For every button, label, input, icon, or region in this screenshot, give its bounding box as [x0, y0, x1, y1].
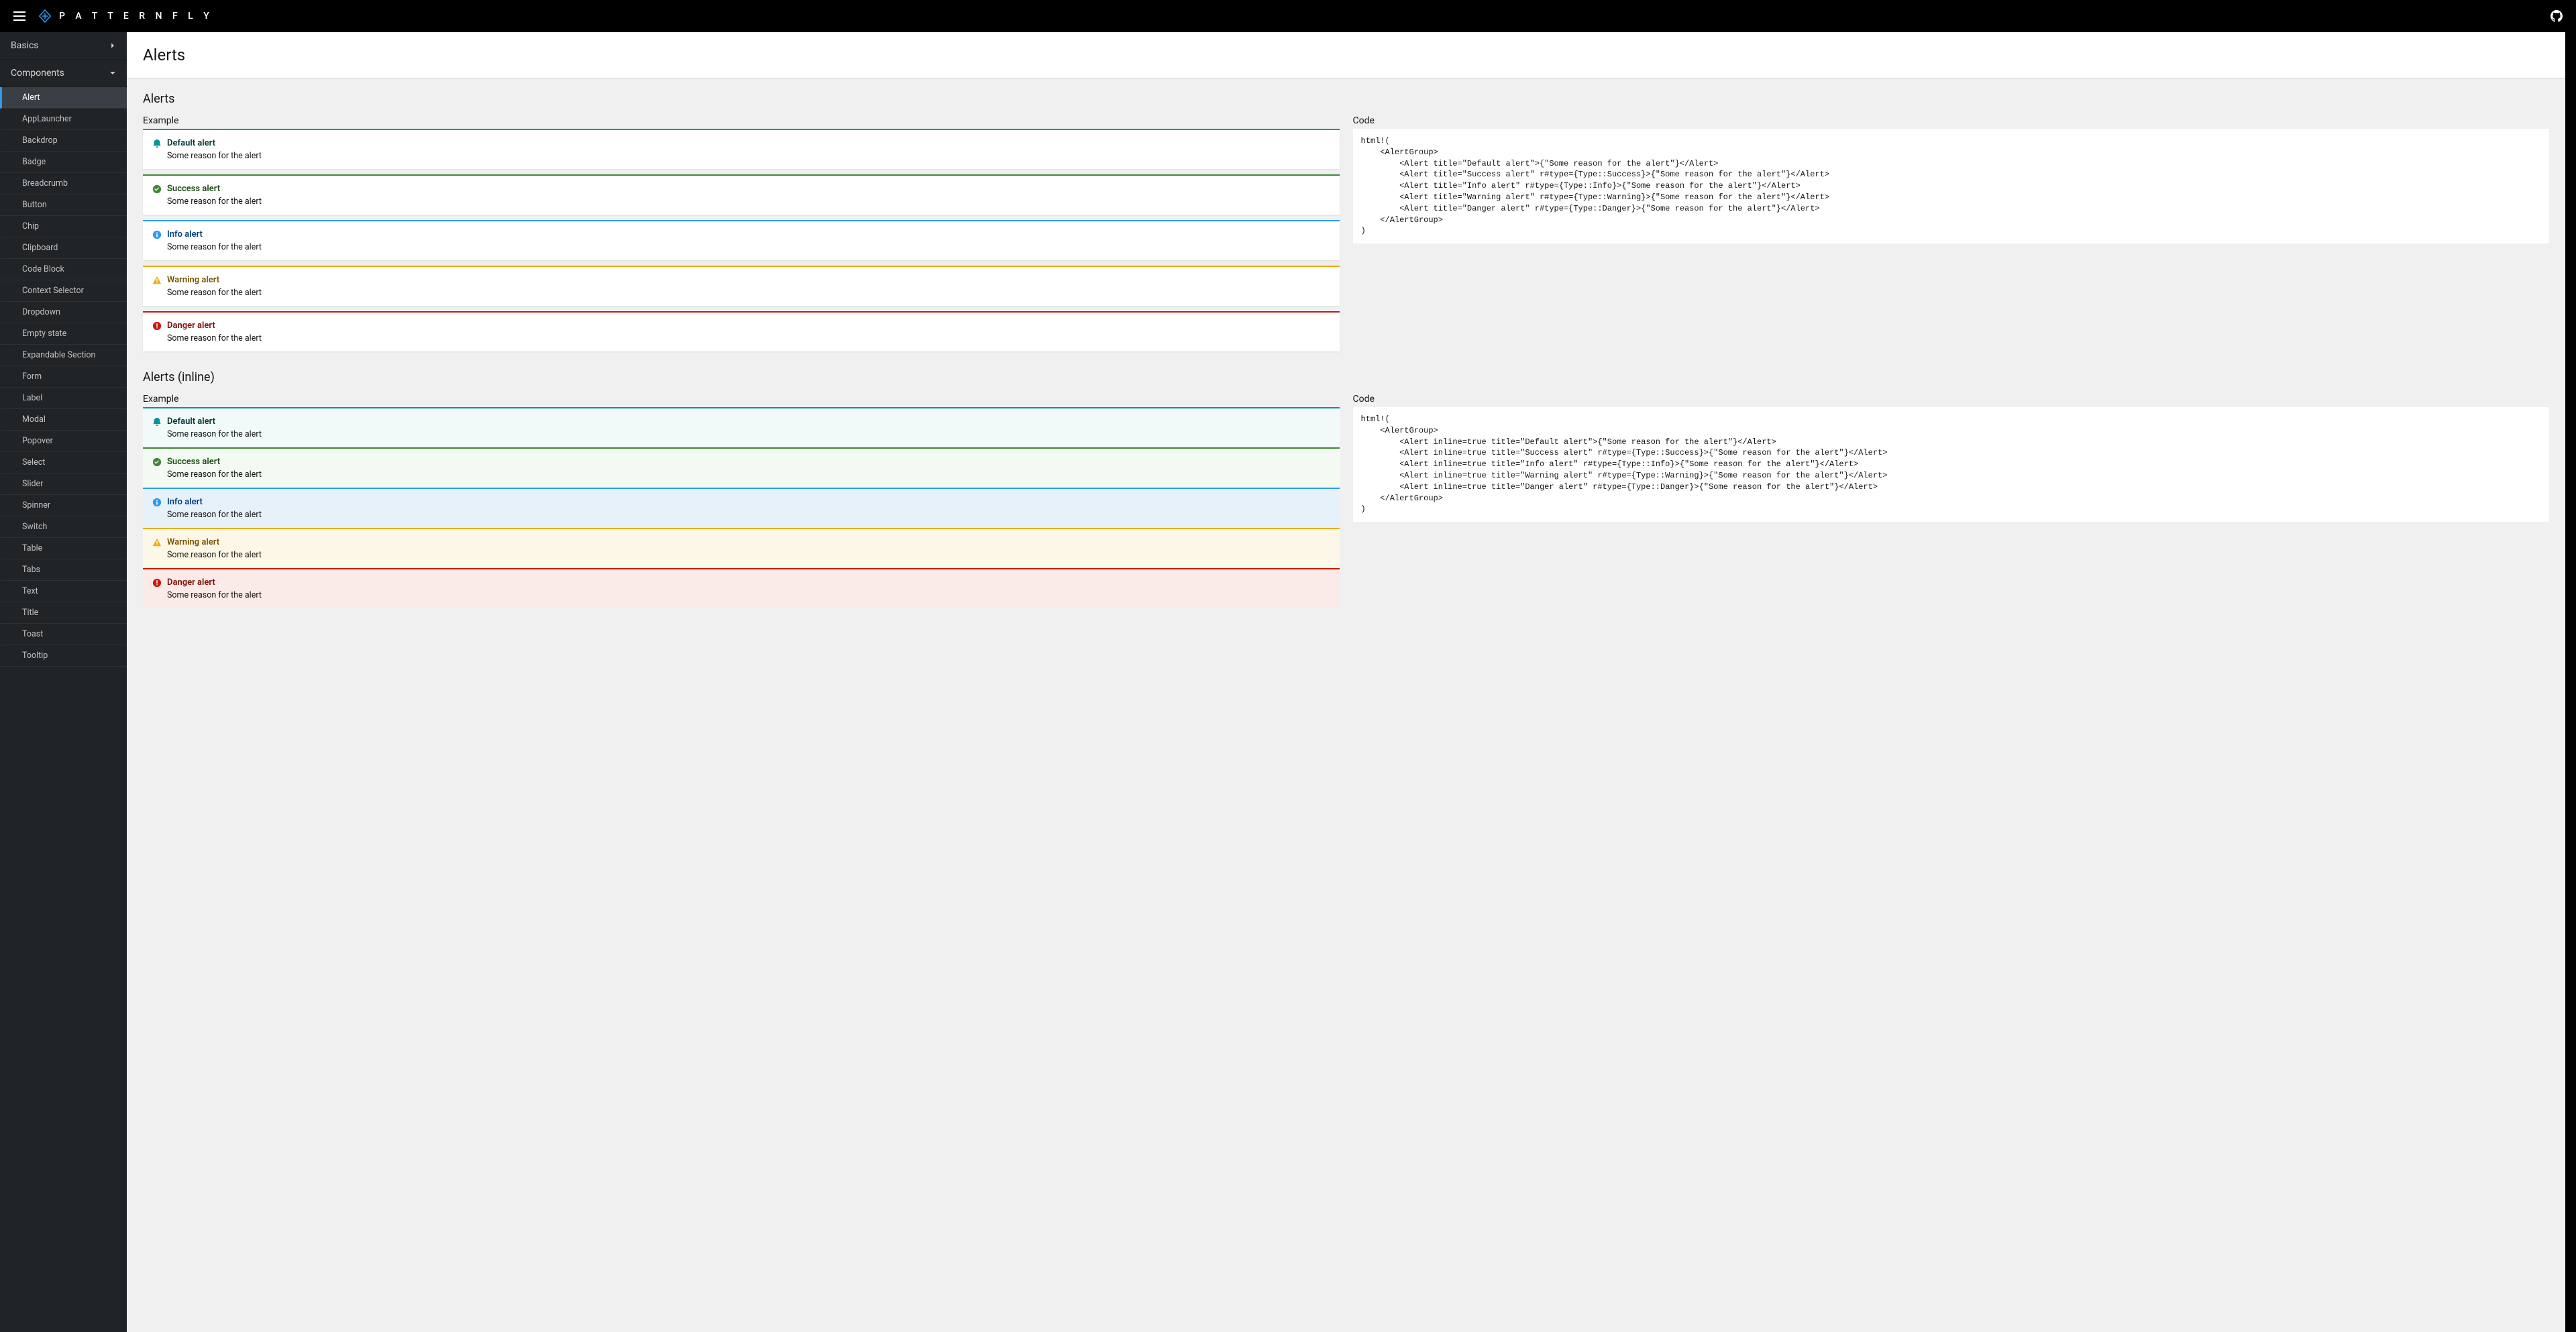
code-snippet[interactable]: html!( <AlertGroup> <Alert title="Defaul… [1353, 129, 2550, 243]
danger-icon [152, 578, 162, 588]
alert-body: Some reason for the alert [167, 469, 1330, 480]
alert-info: Info alert Some reason for the alert [143, 220, 1340, 260]
sidebar: Basics Components AlertAppLauncherBackdr… [0, 32, 127, 1332]
info-icon [152, 498, 162, 507]
sidebar-item-context-selector[interactable]: Context Selector [0, 280, 127, 302]
sidebar-group-components[interactable]: Components [0, 60, 127, 87]
alert-title: Default alert [167, 138, 215, 148]
alert-body: Some reason for the alert [167, 242, 1330, 252]
success-icon [152, 184, 162, 194]
alert-body: Some reason for the alert [167, 333, 1330, 343]
sidebar-item-toast[interactable]: Toast [0, 624, 127, 645]
alert-body: Some reason for the alert [167, 197, 1330, 207]
page-title: Alerts [143, 46, 2549, 64]
alert-title: Info alert [167, 497, 203, 507]
sidebar-group-basics[interactable]: Basics [0, 32, 127, 60]
code-snippet[interactable]: html!( <AlertGroup> <Alert inline=true t… [1353, 407, 2550, 522]
sidebar-item-tooltip[interactable]: Tooltip [0, 645, 127, 667]
github-icon [2551, 10, 2563, 22]
sidebar-item-title[interactable]: Title [0, 602, 127, 624]
sidebar-item-table[interactable]: Table [0, 538, 127, 559]
alert-title: Info alert [167, 229, 203, 239]
warning-icon [152, 276, 162, 285]
alert-body: Some reason for the alert [167, 429, 1330, 439]
alert-warning: Warning alert Some reason for the alert [143, 266, 1340, 306]
sidebar-item-backdrop[interactable]: Backdrop [0, 130, 127, 152]
top-header: P A T T E R N F L Y [0, 0, 2576, 32]
alert-title: Success alert [167, 184, 220, 194]
sidebar-item-label[interactable]: Label [0, 388, 127, 409]
sidebar-item-popover[interactable]: Popover [0, 431, 127, 452]
danger-icon [152, 321, 162, 331]
sidebar-item-empty-state[interactable]: Empty state [0, 323, 127, 345]
alert-group: Default alertSome reason for the alertSu… [143, 129, 1340, 357]
chevron-down-icon [109, 70, 116, 76]
section-title: Alerts [143, 92, 2549, 106]
alert-body: Some reason for the alert [167, 288, 1330, 298]
brand-logo[interactable]: P A T T E R N F L Y [38, 9, 213, 23]
sidebar-item-clipboard[interactable]: Clipboard [0, 237, 127, 259]
alert-title: Default alert [167, 417, 215, 427]
example-label: Example [143, 115, 1340, 126]
patternfly-logo-icon [38, 9, 52, 23]
alert-group: Default alertSome reason for the alertSu… [143, 407, 1340, 608]
sidebar-item-select[interactable]: Select [0, 452, 127, 474]
sidebar-item-form[interactable]: Form [0, 366, 127, 388]
sidebar-group-label: Basics [11, 40, 39, 51]
sidebar-group-label: Components [11, 68, 64, 78]
info-icon [152, 230, 162, 239]
alert-title: Danger alert [167, 321, 215, 331]
sidebar-item-slider[interactable]: Slider [0, 474, 127, 495]
sidebar-item-chip[interactable]: Chip [0, 216, 127, 237]
alert-info: Info alert Some reason for the alert [143, 488, 1340, 528]
alert-body: Some reason for the alert [167, 590, 1330, 600]
sidebar-item-tabs[interactable]: Tabs [0, 559, 127, 581]
alert-success: Success alert Some reason for the alert [143, 447, 1340, 488]
alert-warning: Warning alert Some reason for the alert [143, 528, 1340, 568]
alert-success: Success alert Some reason for the alert [143, 174, 1340, 215]
alert-body: Some reason for the alert [167, 550, 1330, 560]
default-icon [152, 139, 162, 148]
sidebar-item-button[interactable]: Button [0, 195, 127, 216]
alert-default: Default alert Some reason for the alert [143, 407, 1340, 447]
alert-title: Warning alert [167, 537, 219, 547]
sidebar-item-expandable-section[interactable]: Expandable Section [0, 345, 127, 366]
brand-text: P A T T E R N F L Y [59, 11, 213, 21]
alert-title: Success alert [167, 457, 220, 467]
default-icon [152, 417, 162, 427]
alert-danger: Danger alert Some reason for the alert [143, 568, 1340, 608]
alert-title: Warning alert [167, 275, 219, 285]
section-title: Alerts (inline) [143, 370, 2549, 384]
alert-body: Some reason for the alert [167, 510, 1330, 520]
sidebar-item-spinner[interactable]: Spinner [0, 495, 127, 516]
page-header: Alerts [127, 32, 2565, 78]
warning-icon [152, 538, 162, 547]
sidebar-item-text[interactable]: Text [0, 581, 127, 602]
example-label: Example [143, 394, 1340, 404]
section-0: Alerts Example Default alert Some reason fo… [127, 78, 2565, 357]
main-content: Alerts Alerts Example Default alert Some re… [127, 32, 2565, 1332]
github-link[interactable] [2551, 10, 2563, 22]
alert-default: Default alert Some reason for the alert [143, 129, 1340, 169]
sidebar-item-modal[interactable]: Modal [0, 409, 127, 431]
chevron-right-icon [109, 42, 116, 49]
hamburger-icon[interactable] [13, 11, 25, 21]
sidebar-item-code-block[interactable]: Code Block [0, 259, 127, 280]
alert-danger: Danger alert Some reason for the alert [143, 311, 1340, 351]
sidebar-item-switch[interactable]: Switch [0, 516, 127, 538]
sidebar-item-alert[interactable]: Alert [0, 87, 127, 109]
alert-title: Danger alert [167, 577, 215, 588]
sidebar-item-breadcrumb[interactable]: Breadcrumb [0, 173, 127, 195]
code-label: Code [1353, 394, 2550, 404]
section-1: Alerts (inline) Example Default alert Some … [127, 357, 2565, 608]
sidebar-item-badge[interactable]: Badge [0, 152, 127, 173]
code-label: Code [1353, 115, 2550, 126]
sidebar-item-applauncher[interactable]: AppLauncher [0, 109, 127, 130]
sidebar-item-dropdown[interactable]: Dropdown [0, 302, 127, 323]
alert-body: Some reason for the alert [167, 151, 1330, 161]
success-icon [152, 457, 162, 467]
